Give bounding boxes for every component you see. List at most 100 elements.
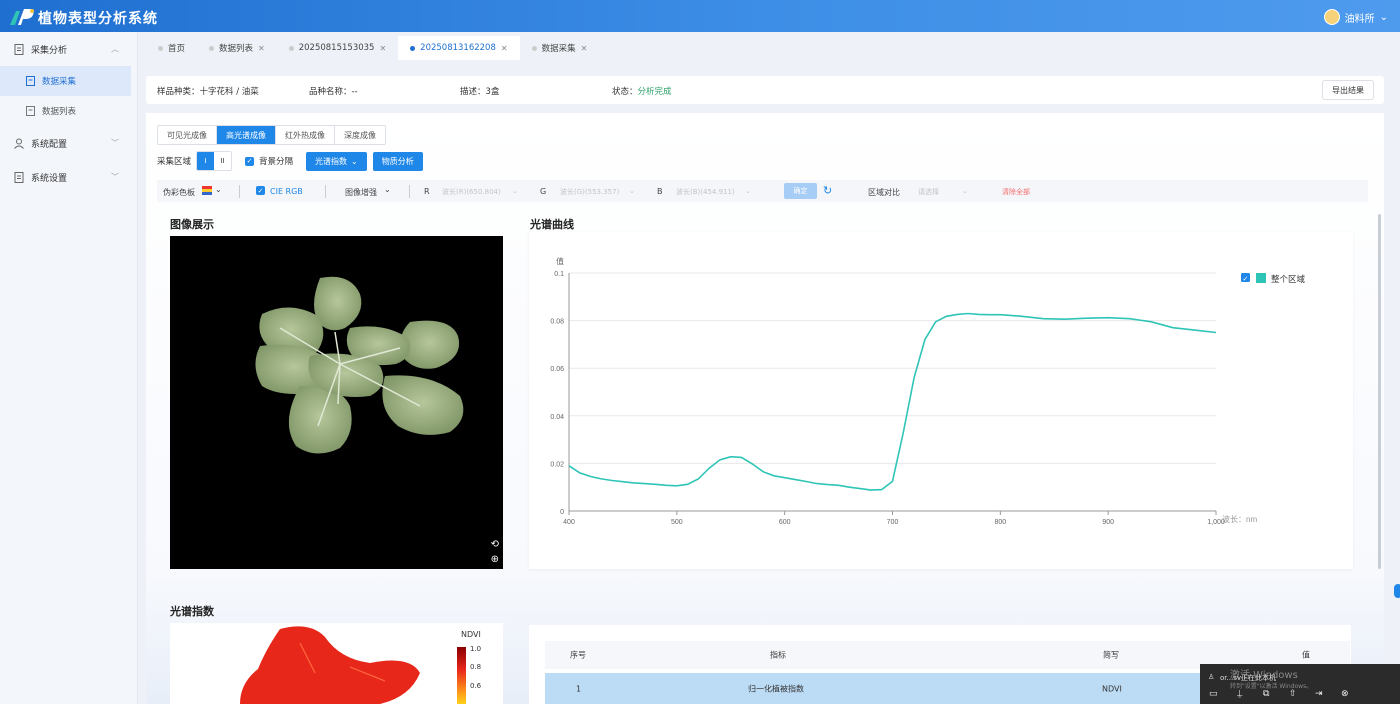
chevron-down-icon: ﹀: [111, 172, 119, 182]
main-panel: 可见光成像 高光谱成像 红外热成像 深度成像 采集区域 I II ✓ 背景分隔 …: [146, 113, 1384, 704]
screen-share-icon[interactable]: ⧉: [1263, 689, 1269, 699]
x-axis-ticks: 400 500 600 700 800 900 1,000: [563, 511, 1225, 526]
y-axis-label: 值: [556, 256, 564, 266]
mode-hyperspectral[interactable]: 高光谱成像: [217, 126, 276, 144]
r-wavelength-select[interactable]: 波长(R)(650.804): [442, 187, 501, 197]
close-icon[interactable]: ✕: [581, 44, 588, 53]
legend-swatch: [1256, 273, 1266, 283]
legend-label: 整个区域: [1271, 274, 1306, 284]
avatar: [1323, 9, 1340, 25]
region-label: 采集区域: [157, 157, 192, 167]
region-option-2[interactable]: II: [214, 152, 232, 170]
y-tick-label: 0.04: [550, 414, 564, 421]
document-icon: [14, 171, 24, 183]
col-header-value: 值: [1302, 650, 1310, 660]
user-name: 油料所: [1344, 13, 1375, 25]
ndvi-image-viewer[interactable]: NDVI 1.0 0.8 0.6: [170, 623, 503, 704]
chart-grid: [569, 272, 1216, 464]
checkbox-label: 背景分隔: [259, 157, 294, 167]
refresh-icon[interactable]: ↻: [823, 184, 832, 197]
sidebar-group-settings[interactable]: 系统设置 ﹀: [0, 160, 137, 194]
sidebar-group-collect[interactable]: 采集分析 ︿: [0, 32, 137, 66]
sample-info-bar: 样品种类：十字花科 / 油菜 品种名称：-- 描述：3盒 状态：分析完成 导出结…: [146, 76, 1384, 104]
rotate-icon[interactable]: ⟲: [491, 539, 499, 550]
y-axis-ticks: 0 0.02 0.04 0.06 0.08 0.1: [550, 271, 564, 516]
cie-checkbox[interactable]: ✓: [256, 186, 265, 195]
page-scrollbar[interactable]: [1378, 214, 1381, 569]
app-title: 植物表型分析系统: [38, 11, 158, 27]
y-tick-label: 0.02: [550, 461, 564, 468]
tab-data-list[interactable]: 数据列表 ✕: [197, 36, 277, 60]
tab-bar: 首页 数据列表 ✕ 20250815153035 ✕ 20250813162208 ✕…: [146, 36, 599, 60]
spectral-index-dropdown[interactable]: 光谱指数 ⌄: [306, 151, 367, 171]
plant-image: [255, 276, 464, 454]
close-icon[interactable]: ✕: [258, 44, 265, 53]
tab-record-2[interactable]: 20250813162208 ✕: [398, 36, 520, 60]
x-tick-label: 500: [671, 519, 683, 526]
sidebar-item-data-list[interactable]: 数据列表: [0, 96, 137, 126]
x-tick-label: 800: [994, 519, 1006, 526]
compare-select[interactable]: 请选择: [918, 187, 939, 197]
plant-image-viewer[interactable]: ⟲ ⊕: [170, 236, 503, 569]
y-tick-label: 0.08: [550, 319, 564, 326]
bg-sep-checkbox[interactable]: ✓ 背景分隔: [245, 155, 293, 167]
sidebar: 采集分析 ︿ 数据采集 数据列表 系统配置 ﹀ 系统设置 ﹀: [0, 32, 138, 704]
microphone-icon[interactable]: ⍊: [1237, 689, 1242, 699]
tab-data-collect[interactable]: 数据采集 ✕: [520, 36, 600, 60]
x-axis-label: 波长：nm: [1222, 514, 1257, 524]
chevron-up-icon: ︿: [111, 44, 119, 54]
palette-swatch-icon[interactable]: [202, 186, 212, 195]
clear-all-button[interactable]: 清除全部: [1002, 187, 1030, 197]
chevron-down-icon: ⌄: [351, 156, 358, 166]
side-float-button[interactable]: [1394, 584, 1400, 598]
export-button[interactable]: 导出结果: [1322, 80, 1374, 100]
tab-home[interactable]: 首页: [146, 36, 197, 60]
chevron-down-icon: ⌄: [629, 187, 635, 195]
mode-depth[interactable]: 深度成像: [335, 126, 385, 144]
phenotype-analysis-button[interactable]: 物质分析: [372, 151, 423, 171]
upload-icon[interactable]: ⇧: [1289, 689, 1297, 699]
document-icon: [14, 43, 24, 55]
cell-no: 1: [576, 684, 582, 693]
close-icon[interactable]: ✕: [379, 44, 386, 53]
close-icon[interactable]: ✕: [501, 44, 508, 53]
tab-label: 20250813162208: [420, 43, 496, 53]
sample-species: 样品种类：十字花科 / 油菜: [157, 87, 259, 97]
b-wavelength-select[interactable]: 波长(B)(454.911): [676, 187, 735, 197]
y-tick-label: 0.06: [550, 366, 564, 373]
region-option-1[interactable]: I: [197, 152, 215, 170]
divider: [325, 185, 326, 198]
user-menu[interactable]: 油料所 ⌄: [1323, 9, 1388, 25]
x-tick-label: 400: [563, 519, 575, 526]
b-label: B: [657, 187, 663, 196]
user-icon: ♙: [1208, 673, 1215, 681]
export-icon[interactable]: ⇥: [1315, 689, 1323, 699]
tab-label: 首页: [168, 44, 186, 54]
compare-label: 区域对比: [868, 188, 900, 197]
cie-label: CIE RGB: [270, 187, 303, 196]
sidebar-group-config[interactable]: 系统配置 ﹀: [0, 126, 137, 160]
zoom-in-icon[interactable]: ⊕: [491, 554, 499, 565]
ndvi-tick: 1.0: [470, 645, 482, 653]
chevron-down-icon[interactable]: ⌄: [215, 185, 222, 194]
chat-icon[interactable]: ▭: [1209, 689, 1218, 699]
close-icon[interactable]: ⊗: [1341, 689, 1349, 699]
apply-button[interactable]: 确定: [784, 183, 817, 199]
sidebar-item-data-collect[interactable]: 数据采集: [0, 66, 131, 96]
document-icon: [26, 106, 35, 116]
divider: [409, 185, 410, 198]
g-wavelength-select[interactable]: 波长(G)(553.357): [560, 187, 619, 197]
mode-thermal[interactable]: 红外热成像: [276, 126, 335, 144]
tab-record-1[interactable]: 20250815153035 ✕: [277, 36, 398, 60]
region-selector: I II: [196, 151, 233, 171]
top-bar: 植物表型分析系统 油料所 ⌄: [0, 0, 1400, 32]
col-header-no: 序号: [570, 650, 586, 660]
ndvi-tick: 0.8: [470, 663, 482, 671]
r-label: R: [424, 187, 430, 196]
ndvi-colorbar: [457, 647, 466, 704]
mode-visible[interactable]: 可见光成像: [158, 126, 217, 144]
sidebar-group-label: 采集分析: [31, 45, 68, 56]
chevron-down-icon: ⌄: [962, 187, 968, 195]
enhance-dropdown[interactable]: 图像增强: [345, 187, 377, 198]
col-header-index: 指标: [770, 650, 786, 660]
